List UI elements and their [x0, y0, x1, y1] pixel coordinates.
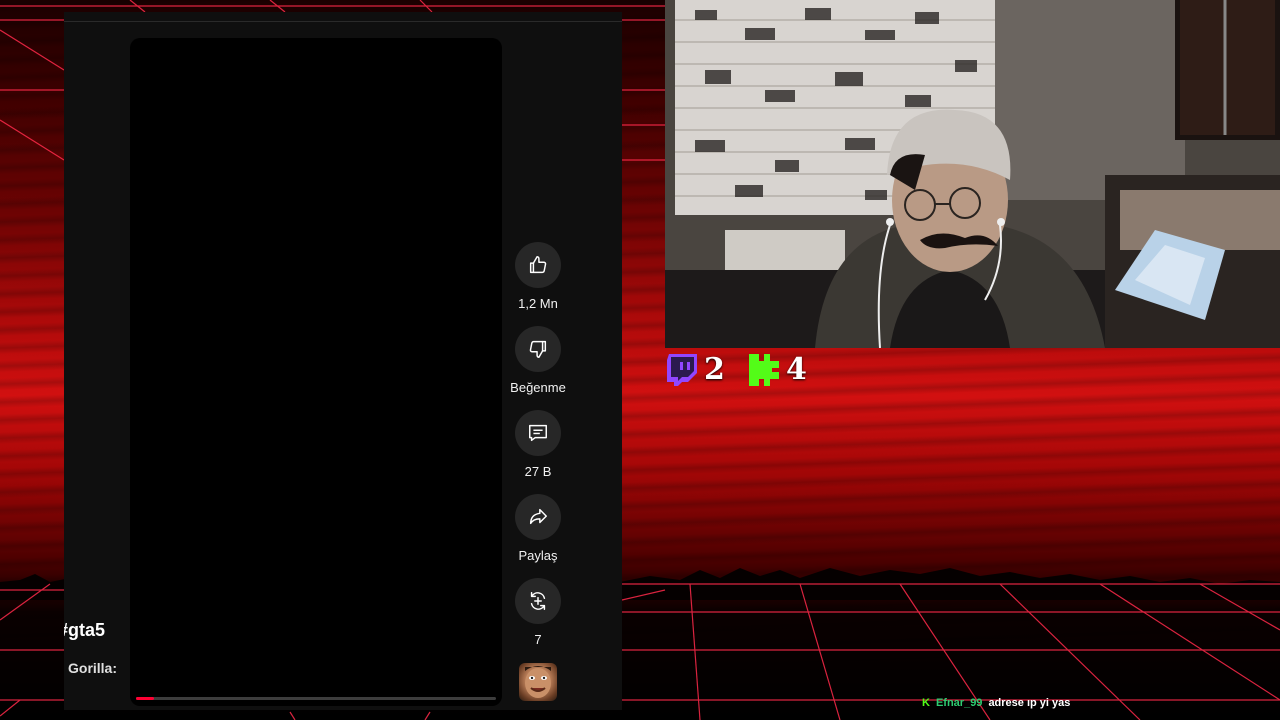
video-progress-fill [136, 697, 154, 700]
webcam-scene-image [665, 0, 1280, 348]
share-label: Paylaş [518, 548, 558, 563]
chat-username: Efnar_99 [935, 697, 983, 709]
webcam-feed [665, 0, 1280, 348]
remix-icon [530, 592, 546, 610]
comments-button[interactable] [515, 410, 561, 456]
like-button[interactable] [515, 242, 561, 288]
twitch-viewer-counter: 2 [666, 352, 725, 387]
kick-icon [749, 353, 779, 386]
comment-icon [529, 424, 547, 442]
player-top-bar [64, 12, 622, 22]
thumbs-up-icon [529, 256, 547, 274]
comments-count: 27 B [524, 464, 552, 479]
share-action: Paylaş [502, 494, 574, 563]
like-count: 1,2 Mn [518, 296, 558, 311]
twitch-icon [667, 353, 697, 386]
video-progress-bar[interactable] [136, 697, 496, 700]
share-button[interactable] [515, 494, 561, 540]
dislike-action: Beğenme [502, 326, 574, 395]
short-video-frame[interactable] [130, 38, 502, 706]
twitch-viewer-count: 2 [704, 352, 725, 387]
like-action: 1,2 Mn [502, 242, 574, 311]
dislike-label: Beğenme [510, 380, 566, 395]
share-arrow-icon [529, 508, 547, 525]
face-thumbnail-icon [525, 666, 551, 698]
sound-avatar-thumbnail[interactable] [519, 663, 557, 701]
remix-action: 7 [502, 578, 574, 647]
chat-message-text: adrese ıp yi yas [988, 697, 1071, 709]
shorts-player-panel: 1,2 Mn Beğenme 27 B Paylaş 7 #gta5 Goril… [64, 12, 622, 710]
kick-badge-icon: K [922, 697, 930, 709]
thumbs-down-icon [529, 340, 547, 358]
kick-viewer-count: 4 [786, 352, 807, 387]
chat-message: K Efnar_99 adrese ıp yi yas [922, 697, 1070, 709]
remix-count: 7 [534, 632, 542, 647]
video-hashtag[interactable]: #gta5 [64, 620, 105, 641]
comments-action: 27 B [502, 410, 574, 479]
remix-button[interactable] [515, 578, 561, 624]
kick-viewer-counter: 4 [748, 352, 807, 387]
channel-name-partial[interactable]: Gorilla: [68, 660, 117, 676]
dislike-button[interactable] [515, 326, 561, 372]
